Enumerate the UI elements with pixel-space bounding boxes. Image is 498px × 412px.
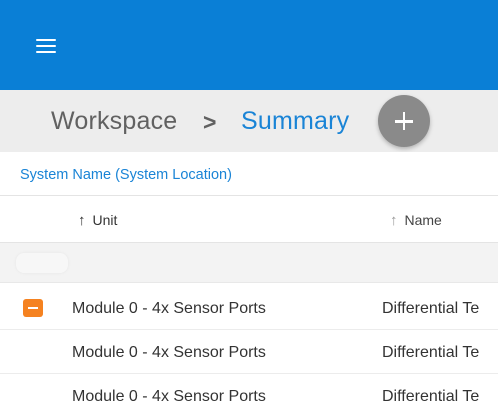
table-row[interactable]: Module 0 - 4x Sensor Ports Differential … [0,330,498,374]
cell-unit: Module 0 - 4x Sensor Ports [72,388,266,405]
app-bar [0,0,498,90]
group-chip [16,253,68,273]
breadcrumb-summary: Summary [241,107,350,135]
page: Workspace > Summary System Name (System … [0,0,498,412]
column-unit-label: Unit [92,212,118,228]
arrow-up-icon: ↑ [78,212,86,229]
column-name-label: Name [404,212,442,228]
table-row[interactable]: Module 0 - 4x Sensor Ports Differential … [0,286,498,330]
minus-square-icon[interactable] [23,299,43,317]
column-header-name[interactable]: ↑ Name [390,211,442,230]
column-header-unit[interactable]: ↑ Unit [78,211,117,230]
add-button[interactable] [378,95,430,147]
cell-name: Differential Te [382,300,480,317]
table-row[interactable]: Module 0 - 4x Sensor Ports Differential … [0,374,498,412]
breadcrumb-separator-icon: > [203,109,217,135]
cell-name: Differential Te [382,388,480,405]
group-placeholder-row [0,243,498,283]
arrow-up-icon: ↑ [390,212,398,229]
breadcrumb-workspace[interactable]: Workspace [51,106,177,136]
cell-name: Differential Te [382,344,480,361]
hamburger-menu-icon[interactable] [36,39,56,53]
cell-unit: Module 0 - 4x Sensor Ports [72,344,266,361]
group-header-label[interactable]: System Name (System Location) [20,166,232,184]
cell-unit: Module 0 - 4x Sensor Ports [72,300,266,317]
